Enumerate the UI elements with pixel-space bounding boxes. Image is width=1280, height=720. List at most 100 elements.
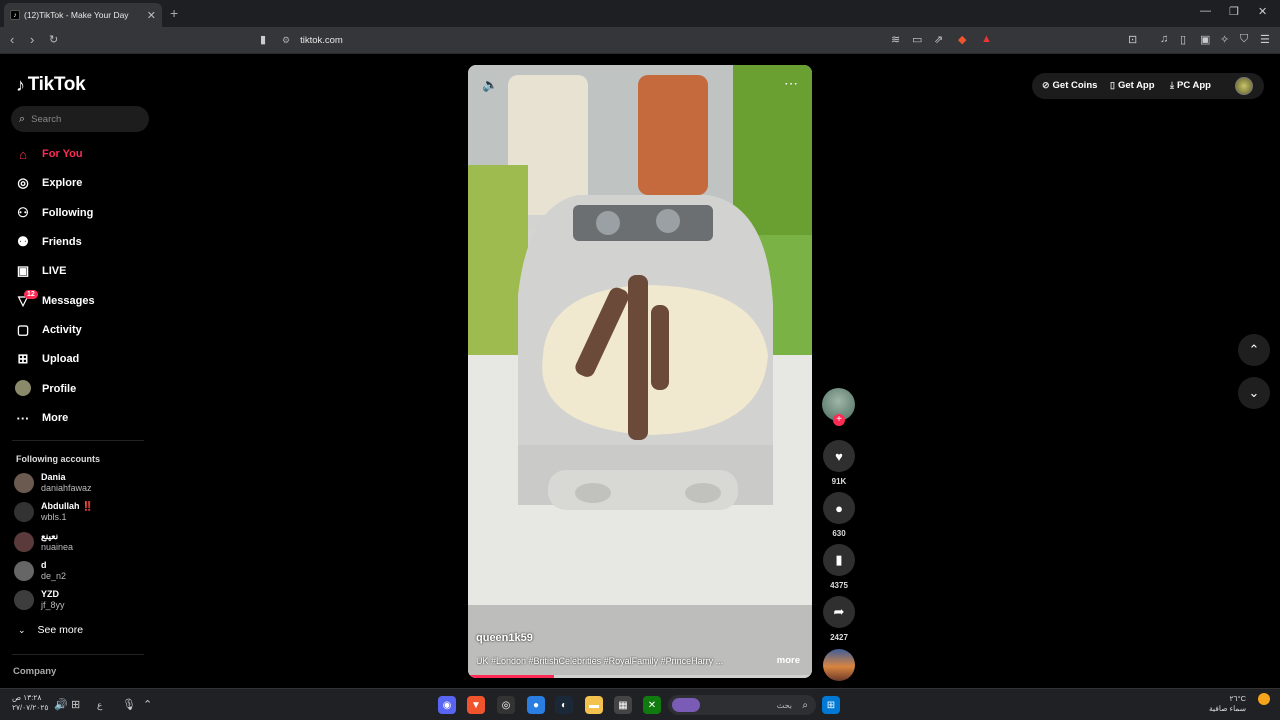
weather-desc: سماء صافية (1208, 704, 1246, 713)
get-coins-button[interactable]: ⊘ Get Coins (1042, 80, 1097, 91)
url-text: tiktok.com (300, 35, 343, 46)
video-player[interactable]: 🔈 ⋯ queen1k59 UK #London #BritishCelebri… (468, 65, 812, 678)
taskbar-search-input[interactable]: بحث ⌕ (668, 695, 816, 715)
steam-icon[interactable]: ◐ (555, 696, 573, 714)
brave-rewards-icon[interactable]: ▲ (981, 33, 992, 45)
chevron-up-icon[interactable]: ⌃ (143, 698, 152, 711)
volume-icon[interactable]: 🔊 (54, 698, 68, 711)
save-count: 4375 (830, 581, 848, 590)
sidebar-item-for-you[interactable]: ⌂ For You (14, 143, 83, 165)
site-info-icon[interactable]: ⚙ (282, 35, 290, 46)
store-icon[interactable]: ▦ (614, 696, 632, 714)
list-item[interactable]: Abdullah ‼️ wbls.1 (14, 499, 93, 525)
more-options-icon[interactable]: ⋯ (784, 75, 798, 92)
network-icon[interactable]: ⊞ (71, 698, 80, 711)
media-icon[interactable]: ♫ (1160, 33, 1168, 45)
share-icon: ➦ (833, 604, 845, 619)
menu-icon[interactable]: ☰ (1260, 33, 1270, 46)
home-icon: ⌂ (19, 146, 27, 162)
logo-text: TikTok (27, 74, 86, 95)
sidebar-item-activity[interactable]: ▢ Activity (14, 319, 82, 341)
company-link[interactable]: Company (13, 666, 56, 677)
browser-tab[interactable]: ♪ (12)TikTok - Make Your Day ✕ (4, 3, 162, 27)
bookmark-icon[interactable]: ▮ (260, 33, 266, 46)
list-item[interactable]: YZD jf_8yy (14, 587, 65, 613)
search-highlight-icon (672, 698, 700, 712)
sidebar-item-friends[interactable]: ⚉ Friends (14, 231, 82, 253)
microphone-icon[interactable]: 🎙 (122, 698, 136, 711)
like-button[interactable]: ♥ (823, 440, 855, 472)
sidebar: ♪ TikTok ⌕ Search ⌂ For You ◎ Explore ⚇ … (0, 54, 160, 688)
tab-title: (12)TikTok - Make Your Day (24, 10, 129, 20)
sidebar-item-upload[interactable]: ⊞ Upload (14, 348, 80, 370)
following-accounts-title: Following accounts (16, 454, 101, 464)
leo-ai-icon[interactable]: ✧ (1220, 33, 1229, 46)
sidebar-item-messages[interactable]: ▽ 12 Messages (14, 290, 95, 312)
see-more-button[interactable]: ⌄ See more (18, 624, 83, 636)
avatar (14, 532, 34, 552)
pc-app-button[interactable]: ⤓ PC App (1170, 80, 1211, 91)
forward-icon[interactable]: › (30, 32, 34, 47)
sidebar-item-profile[interactable]: Profile (14, 378, 76, 400)
window-close-icon[interactable]: ✕ (1258, 5, 1267, 18)
follow-plus-icon[interactable]: + (833, 414, 845, 426)
sidebar-item-following[interactable]: ⚇ Following (14, 202, 93, 224)
sidebar-item-live[interactable]: ▣ LIVE (14, 260, 67, 282)
header-actions: ⊘ Get Coins ▯ Get App ⤓ PC App (1032, 73, 1264, 99)
sidebar-item-more[interactable]: ··· More (14, 407, 69, 429)
folder-icon[interactable]: ▬ (585, 696, 603, 714)
wallet-icon[interactable]: ▣ (1200, 33, 1210, 46)
search-icon: ⌕ (19, 112, 26, 125)
vpn-icon[interactable]: ⛉ (1240, 33, 1248, 46)
sidebar-item-label: Upload (42, 353, 80, 365)
account-handle: daniahfawaz (41, 483, 92, 493)
back-icon[interactable]: ‹ (10, 32, 14, 47)
account-name: نعينع (41, 531, 59, 541)
avatar[interactable] (1235, 77, 1253, 95)
reload-icon[interactable]: ↻ (49, 33, 58, 46)
tab-close-icon[interactable]: ✕ (147, 9, 156, 22)
maximize-icon[interactable]: ❐ (1229, 5, 1239, 18)
video-frame (468, 65, 812, 678)
cast-icon[interactable]: ▭ (912, 33, 922, 46)
progress-fill (468, 675, 554, 678)
windows-start-icon[interactable]: ⊞ (822, 696, 840, 714)
account-handle: de_n2 (41, 571, 67, 581)
screenshot-icon[interactable]: ⊡ (1128, 33, 1137, 46)
share-icon[interactable]: ⇗ (934, 33, 943, 46)
save-button[interactable]: ▮ (823, 544, 855, 576)
caption-more-button[interactable]: more (777, 655, 800, 666)
volume-icon[interactable]: 🔈 (482, 77, 498, 93)
language-indicator[interactable]: ع (97, 700, 102, 711)
discord-icon[interactable]: ◉ (438, 696, 456, 714)
comment-icon: ● (835, 500, 843, 516)
reader-off-icon[interactable]: ≋ (891, 33, 900, 46)
list-item[interactable]: نعينع nuainea (14, 529, 73, 555)
brave-icon[interactable]: ▼ (467, 696, 485, 714)
weather-widget[interactable]: ٢٦°C سماء صافية (1209, 694, 1246, 714)
search-input[interactable]: ⌕ Search (11, 106, 149, 132)
chrome-icon[interactable]: ● (527, 696, 545, 714)
list-item[interactable]: d de_n2 (14, 558, 66, 584)
share-button[interactable]: ➦ (823, 596, 855, 628)
previous-video-button[interactable]: ⌃ (1238, 334, 1270, 366)
list-item[interactable]: Dania daniahfawaz (14, 470, 92, 496)
sidebar-item-label: For You (42, 148, 83, 160)
new-tab-button[interactable]: + (170, 5, 178, 21)
xbox-icon[interactable]: ✕ (643, 696, 661, 714)
app-icon[interactable]: ◎ (497, 696, 515, 714)
next-video-button[interactable]: ⌄ (1238, 377, 1270, 409)
comment-button[interactable]: ● (823, 492, 855, 524)
brave-shield-icon[interactable]: ◆ (958, 33, 966, 46)
music-disc[interactable] (823, 649, 855, 681)
minimize-icon[interactable]: — (1200, 5, 1211, 17)
sidebar-toggle-icon[interactable]: ▯ (1180, 33, 1186, 46)
video-username[interactable]: queen1k59 (476, 632, 533, 644)
messages-icon: ▽ 12 (14, 290, 38, 309)
get-app-button[interactable]: ▯ Get App (1110, 80, 1155, 91)
tiktok-logo[interactable]: ♪ TikTok (16, 74, 86, 96)
clock[interactable]: ١٣:٢٨ ص ٢٧/٠٧/٢٠٢٥ (12, 693, 48, 713)
upload-icon: ⊞ (17, 351, 29, 366)
coin-icon: ⊘ (1042, 80, 1050, 90)
sidebar-item-explore[interactable]: ◎ Explore (14, 172, 82, 194)
